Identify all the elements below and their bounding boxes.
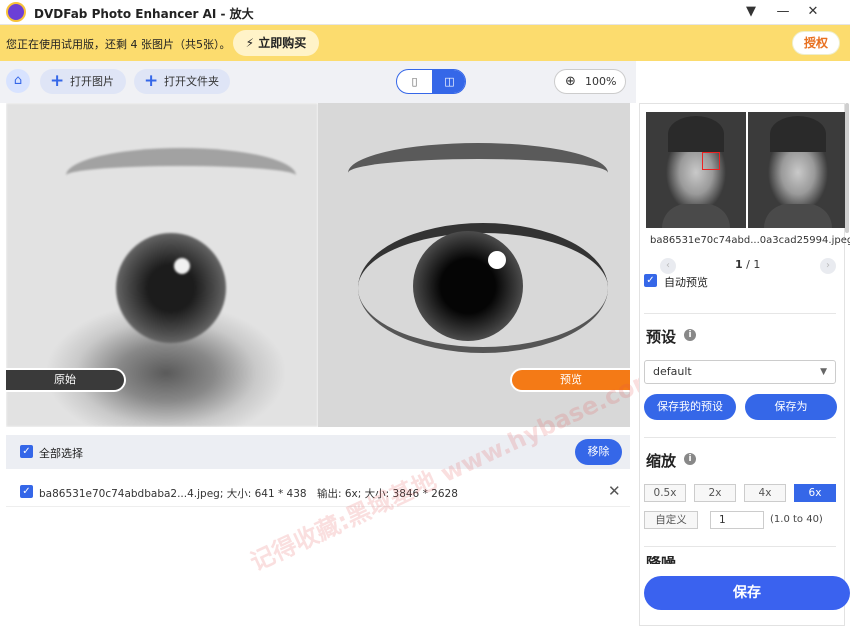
scale-option-6x[interactable]: 6x xyxy=(794,484,836,502)
view-mode-toggle: ▯ ◫ xyxy=(396,69,466,94)
zoom-button[interactable]: ⊕ 100% xyxy=(554,69,626,94)
next-page-icon[interactable]: › xyxy=(820,258,836,274)
open-folder-button[interactable]: + 打开文件夹 xyxy=(134,69,230,94)
custom-scale-button[interactable]: 自定义 xyxy=(644,511,698,529)
focus-region-box[interactable] xyxy=(702,152,720,170)
save-button[interactable]: 保存 xyxy=(644,576,850,610)
file-checkbox[interactable]: ✓ xyxy=(20,485,33,498)
page-total: / 1 xyxy=(746,258,761,271)
plus-icon: + xyxy=(50,71,65,91)
toolbar: ⌂ + 打开图片 + 打开文件夹 ▯ ◫ ⊕ 100% xyxy=(0,61,636,103)
zoom-level: 100% xyxy=(585,75,617,88)
settings-panel: ba86531e70c74abd...0a3cad25994.jpeg ‹ 1 … xyxy=(639,103,850,626)
file-output-info: 输出: 6x; 大小: 3846 * 2628 xyxy=(317,488,458,500)
close-icon[interactable]: ✕ xyxy=(800,3,826,21)
select-all-checkbox[interactable]: ✓ xyxy=(20,445,33,458)
divider xyxy=(644,437,836,438)
app-logo-icon xyxy=(6,2,26,22)
enhanced-thumbnail[interactable] xyxy=(748,112,848,228)
scale-option-0-5x[interactable]: 0.5x xyxy=(644,484,686,502)
denoise-title: 降噪 xyxy=(646,556,836,564)
divider xyxy=(644,313,836,314)
buy-now-label: 立即购买 xyxy=(258,36,307,50)
info-icon[interactable]: i xyxy=(684,453,696,465)
home-icon[interactable]: ⌂ xyxy=(6,69,30,93)
page-indicator: 1 / 1 xyxy=(735,258,760,271)
dropdown-arrow-icon: ▼ xyxy=(820,367,827,377)
window-title: DVDFab Photo Enhancer AI - 放大 xyxy=(34,7,254,21)
scale-option-4x[interactable]: 4x xyxy=(744,484,786,502)
denoise-title-text: 降噪 xyxy=(646,556,676,564)
scale-option-2x[interactable]: 2x xyxy=(694,484,736,502)
selection-bar: ✓ 全部选择 移除 xyxy=(6,435,630,469)
file-name: ba86531e70c74abdbaba2...4.jpeg; 大小: 641 … xyxy=(39,488,307,500)
original-label: 原始 xyxy=(6,368,126,392)
preview-area[interactable]: 原始 预览 xyxy=(6,103,630,427)
preset-select[interactable]: default ▼ xyxy=(644,360,836,384)
custom-scale-range: (1.0 to 40) xyxy=(770,514,823,525)
info-icon[interactable]: i xyxy=(684,329,696,341)
select-all-label: 全部选择 xyxy=(39,447,83,460)
single-view-icon[interactable]: ▯ xyxy=(397,70,432,93)
zoom-icon: ⊕ xyxy=(565,74,576,89)
page-current: 1 xyxy=(735,258,743,271)
panel-scrollbar[interactable] xyxy=(845,103,849,233)
thumbnail-filename: ba86531e70c74abd...0a3cad25994.jpeg xyxy=(650,235,850,246)
plus-icon: + xyxy=(144,71,159,91)
file-row[interactable]: ✓ ba86531e70c74abdbaba2...4.jpeg; 大小: 64… xyxy=(6,477,630,507)
divider xyxy=(644,546,836,547)
scale-title: 缩放 xyxy=(646,452,677,470)
preset-value: default xyxy=(653,365,692,378)
open-image-label: 打开图片 xyxy=(70,75,114,88)
auto-preview-label: 自动预览 xyxy=(664,276,708,289)
minimize-icon[interactable]: — xyxy=(770,3,796,21)
auto-preview-checkbox[interactable]: ✓ xyxy=(644,274,657,287)
preview-label: 预览 xyxy=(510,368,630,392)
remove-button[interactable]: 移除 xyxy=(575,439,622,465)
save-my-preset-button[interactable]: 保存我的预设 xyxy=(644,394,736,420)
pager: ‹ 1 / 1 › xyxy=(640,256,846,276)
prev-page-icon[interactable]: ‹ xyxy=(660,258,676,274)
open-image-button[interactable]: + 打开图片 xyxy=(40,69,126,94)
menu-dropdown-icon[interactable]: ▼ xyxy=(738,3,764,21)
open-folder-label: 打开文件夹 xyxy=(164,75,219,88)
remove-file-icon[interactable]: ✕ xyxy=(608,482,621,500)
trial-text: 您正在使用试用版，还剩 4 张图片（共5张）。 xyxy=(6,38,231,51)
buy-now-button[interactable]: ⚡ 立即购买 xyxy=(233,30,319,56)
preset-title: 预设 xyxy=(646,328,677,346)
rss-icon: ⚡ xyxy=(245,36,255,50)
original-thumbnail[interactable] xyxy=(646,112,746,228)
custom-scale-input[interactable]: 1 xyxy=(710,511,764,529)
save-as-button[interactable]: 保存为 xyxy=(745,394,837,420)
authorize-button[interactable]: 授权 xyxy=(792,31,840,55)
title-bar: DVDFab Photo Enhancer AI - 放大 ▼ — ✕ xyxy=(0,0,850,25)
split-view-icon[interactable]: ◫ xyxy=(432,70,465,93)
trial-banner: 您正在使用试用版，还剩 4 张图片（共5张）。 ⚡ 立即购买 授权 xyxy=(0,25,850,61)
